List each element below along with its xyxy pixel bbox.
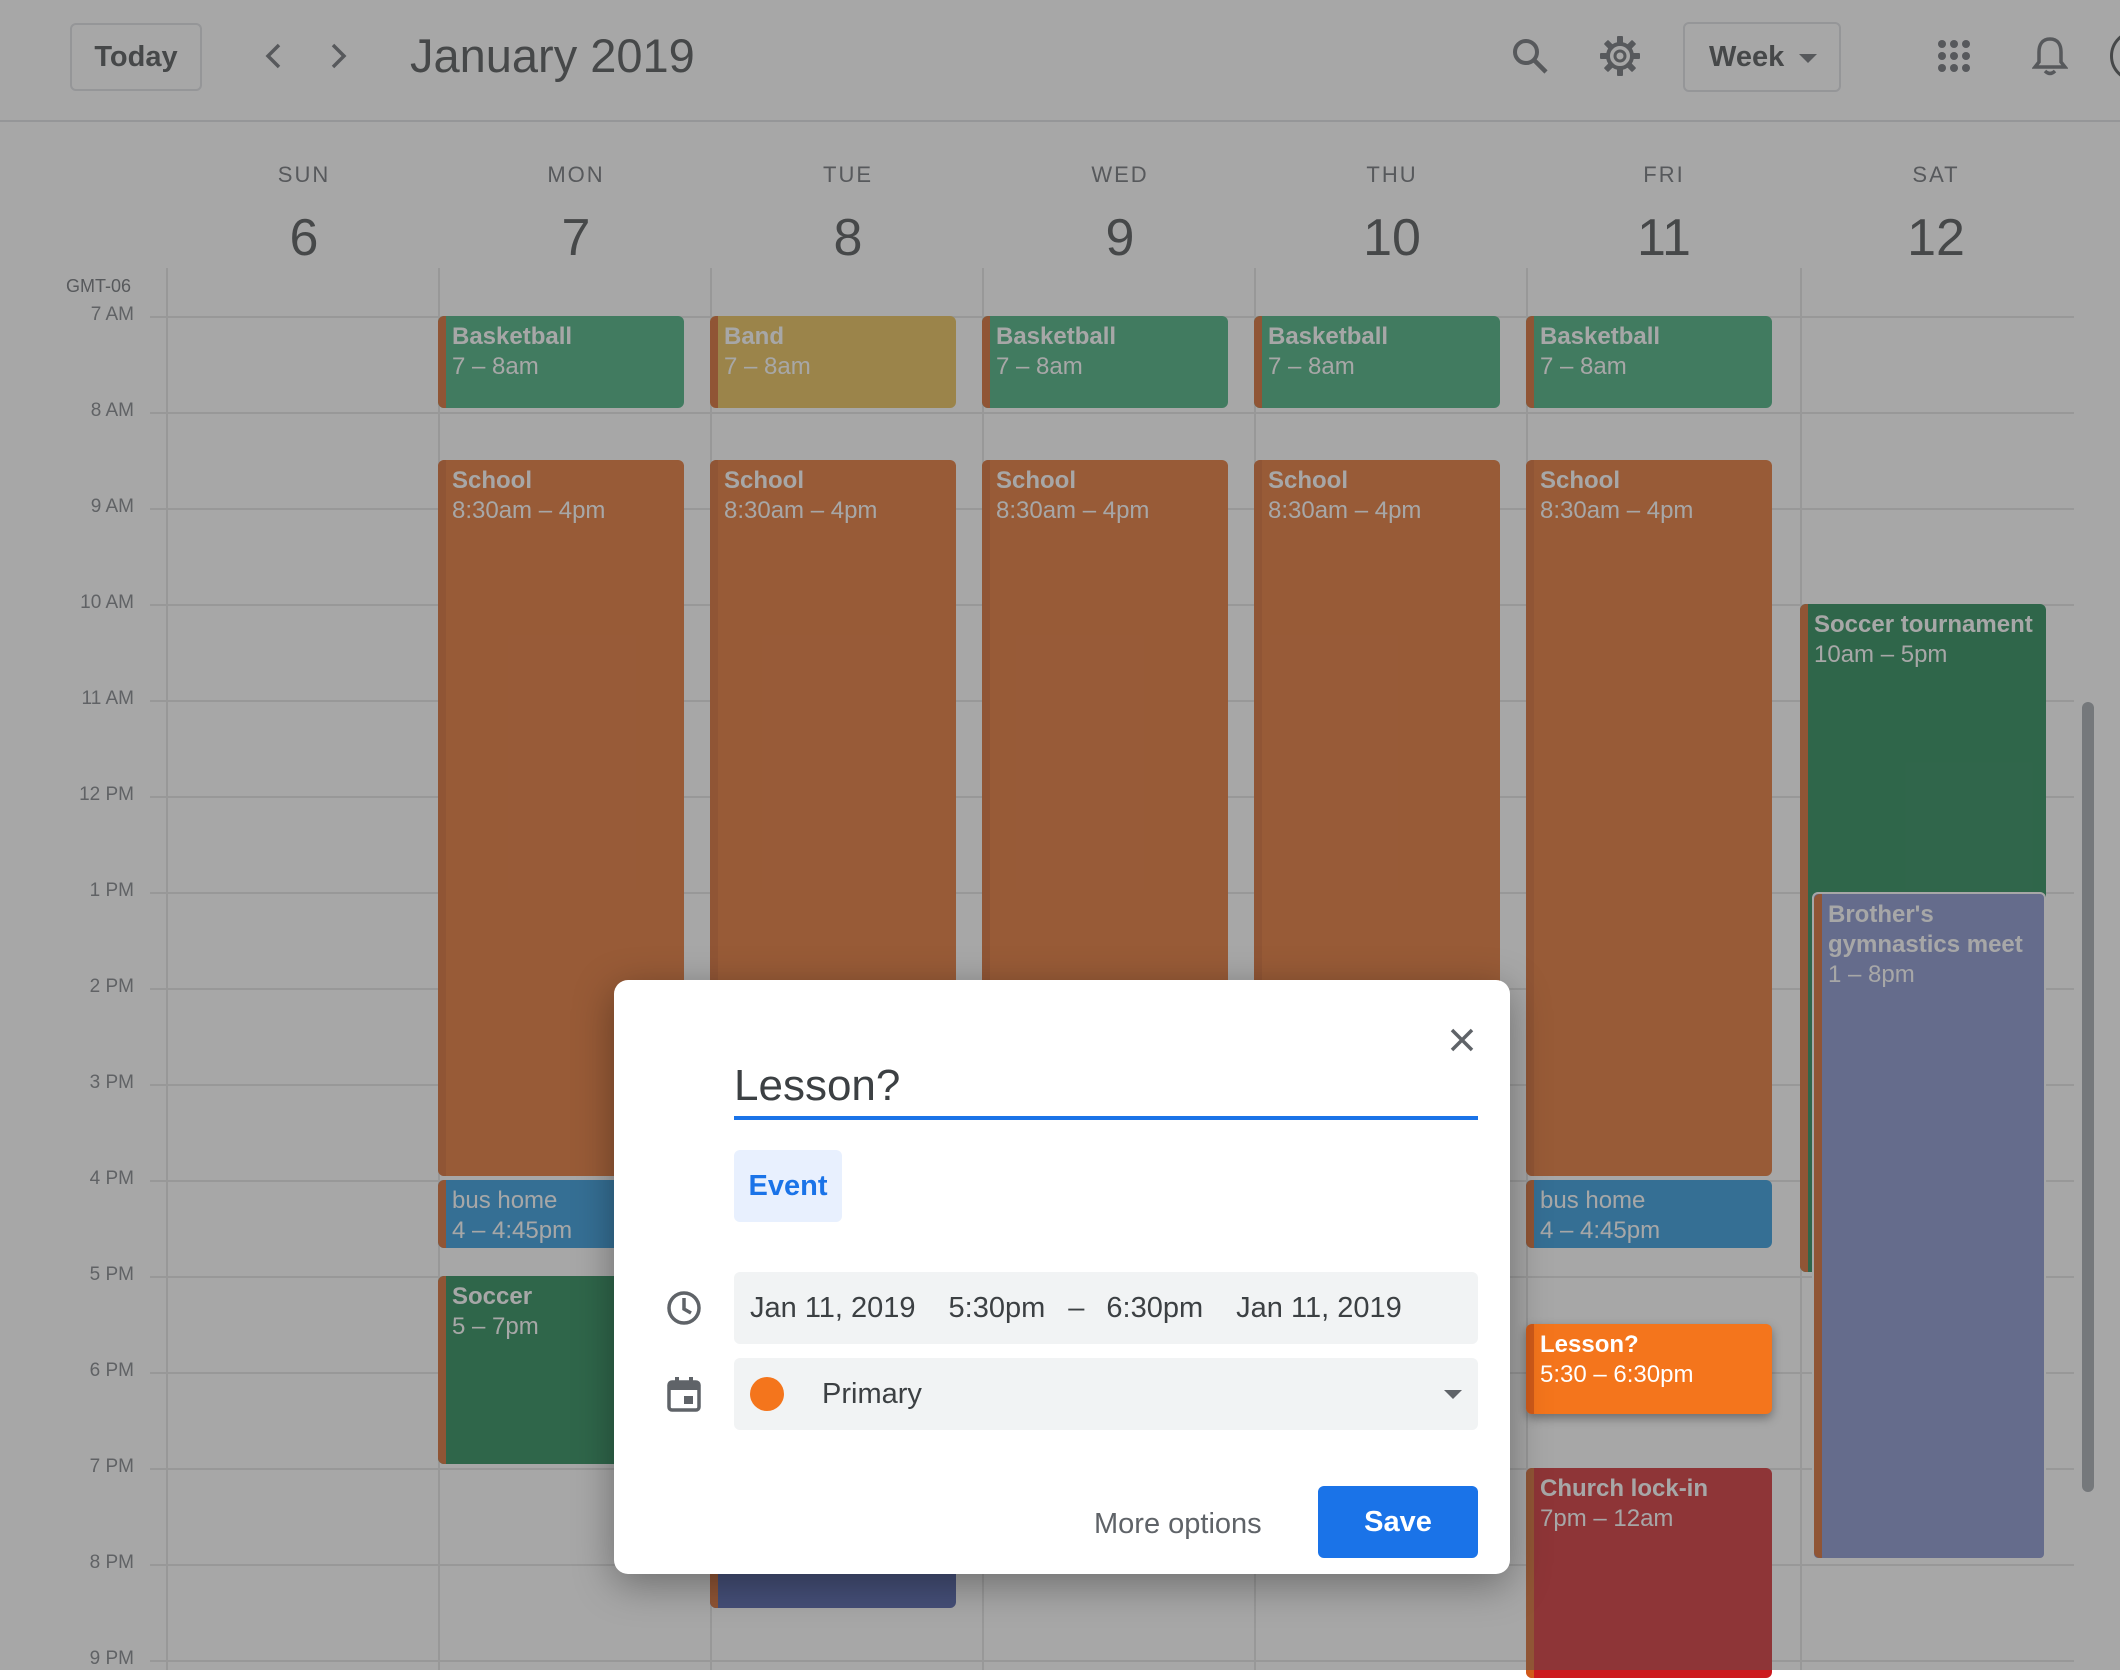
- tab-event[interactable]: Event: [734, 1150, 842, 1222]
- calendar-selector-label: Primary: [822, 1377, 922, 1410]
- calendar-icon: [662, 1372, 706, 1416]
- quick-create-dialog: Event Jan 11, 2019 5:30pm – 6:30pm Jan 1…: [614, 980, 1510, 1574]
- event-time: 5:30 – 6:30pm: [1540, 1361, 1694, 1388]
- save-button[interactable]: Save: [1318, 1486, 1478, 1558]
- caret-down-icon: [1444, 1390, 1462, 1399]
- calendar-selector[interactable]: Primary: [734, 1358, 1478, 1430]
- event-title-input[interactable]: [734, 1056, 1478, 1120]
- calendar-color-dot: [750, 1377, 784, 1411]
- event-title: Lesson?: [1540, 1331, 1639, 1358]
- more-options-button[interactable]: More options: [1094, 1488, 1262, 1560]
- clock-icon: [662, 1286, 706, 1330]
- start-date[interactable]: Jan 11, 2019: [750, 1292, 916, 1325]
- end-date[interactable]: Jan 11, 2019: [1236, 1292, 1402, 1325]
- date-time-field[interactable]: Jan 11, 2019 5:30pm – 6:30pm Jan 11, 201…: [734, 1272, 1478, 1344]
- draft-event-chip[interactable]: Lesson? 5:30 – 6:30pm: [1526, 1324, 1772, 1414]
- time-range-dash: –: [1068, 1291, 1085, 1324]
- start-time[interactable]: 5:30pm: [949, 1292, 1046, 1325]
- end-time[interactable]: 6:30pm: [1106, 1292, 1203, 1325]
- close-icon: [1450, 1028, 1474, 1052]
